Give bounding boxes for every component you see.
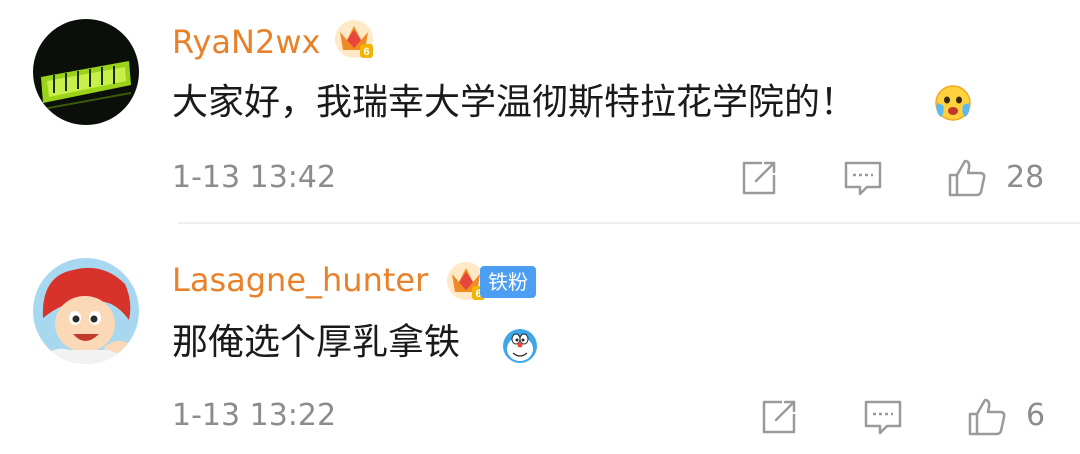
crying-emoji-icon: [933, 83, 973, 123]
share-icon: [742, 161, 776, 195]
comment-text: 大家好，我瑞幸大学温彻斯特拉花学院的！: [172, 82, 857, 123]
thumbs-up-icon: [968, 398, 1006, 436]
timestamp: 1-13 13:42: [172, 160, 337, 195]
comment-text: 那俺选个厚乳拿铁: [172, 322, 461, 363]
like-button[interactable]: [944, 155, 990, 201]
thumbs-up-icon: [948, 159, 986, 197]
username[interactable]: RyaN2wx: [172, 22, 320, 62]
username[interactable]: Lasagne_hunter: [172, 260, 428, 300]
like-count: 28: [1006, 160, 1045, 195]
share-button[interactable]: [756, 394, 802, 440]
avatar-image: [33, 258, 139, 364]
reply-button[interactable]: [840, 155, 886, 201]
doraemon-emoji-icon: [500, 326, 540, 366]
reply-button[interactable]: [860, 394, 906, 440]
badge-level: 6: [363, 46, 369, 58]
comment-icon: [844, 161, 882, 196]
share-button[interactable]: [736, 155, 782, 201]
comment-item: RyaN2wx 6 大家好，我瑞幸大学温彻斯特拉花学院的！ 1-13 13:42: [0, 0, 1080, 222]
crown-level-badge-icon: 6: [333, 18, 375, 60]
avatar[interactable]: [33, 19, 139, 125]
like-button[interactable]: [964, 394, 1010, 440]
comment-item: Lasagne_hunter 6 铁粉 那俺选个厚乳拿铁 1-13 13:22: [0, 224, 1080, 454]
share-icon: [762, 400, 796, 434]
like-count: 6: [1026, 398, 1046, 433]
timestamp: 1-13 13:22: [172, 398, 337, 433]
avatar-image: [33, 19, 139, 125]
comment-icon: [864, 400, 902, 435]
avatar[interactable]: [33, 258, 139, 364]
fan-tag-badge: 铁粉: [480, 266, 536, 298]
